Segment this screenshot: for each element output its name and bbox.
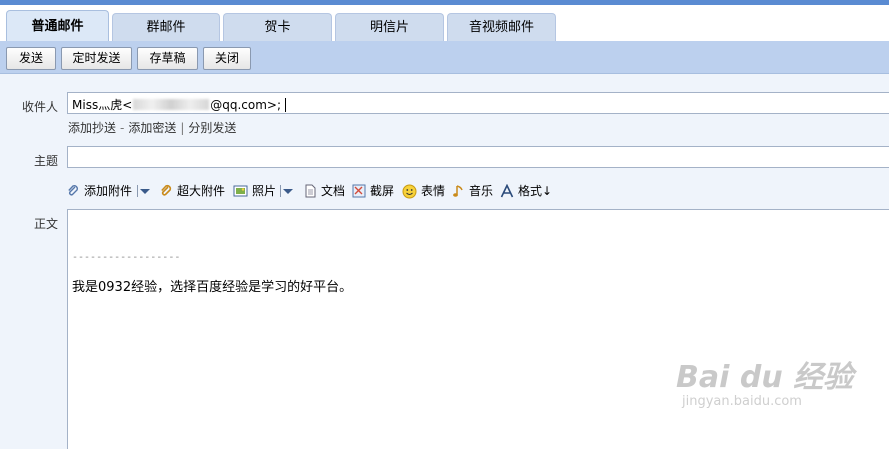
schedule-send-button[interactable]: 定时发送 bbox=[61, 47, 132, 70]
separator-bar: | bbox=[180, 121, 185, 135]
format-text-icon bbox=[500, 184, 514, 198]
photo-label: 照片 bbox=[252, 184, 277, 198]
screenshot-button[interactable]: 截屏 bbox=[352, 181, 398, 201]
subject-label: 主题 bbox=[33, 154, 58, 168]
document-icon bbox=[305, 184, 316, 198]
document-label: 文档 bbox=[321, 184, 346, 198]
chevron-down-icon bbox=[140, 189, 150, 194]
close-button[interactable]: 关闭 bbox=[203, 47, 251, 70]
tab-greeting-card[interactable]: 贺卡 bbox=[223, 13, 332, 41]
recipient-value: Miss灬虎< @qq.com>; bbox=[72, 96, 287, 113]
chevron-down-icon bbox=[283, 189, 293, 194]
add-attachment-label: 添加附件 bbox=[84, 184, 133, 198]
document-button[interactable]: 文档 bbox=[304, 181, 348, 201]
tab-group-mail[interactable]: 群邮件 bbox=[112, 13, 220, 41]
large-attachment-button[interactable]: 超大附件 bbox=[159, 181, 229, 201]
recipient-options: 添加抄送 - 添加密送 | 分别发送 bbox=[68, 119, 236, 136]
send-button[interactable]: 发送 bbox=[6, 47, 56, 70]
signature-separator: ------------------ bbox=[72, 252, 181, 263]
music-label: 音乐 bbox=[469, 184, 494, 198]
mail-type-tabbar: 普通邮件 群邮件 贺卡 明信片 音视频邮件 bbox=[0, 5, 889, 42]
recipient-name: Miss灬虎< bbox=[72, 98, 133, 112]
subject-input[interactable] bbox=[67, 146, 889, 168]
attachment-dropdown[interactable] bbox=[139, 181, 153, 201]
paperclip-icon bbox=[68, 185, 78, 196]
format-button[interactable]: 格式↓ bbox=[500, 181, 556, 201]
divider bbox=[137, 185, 138, 197]
photo-icon bbox=[233, 185, 248, 197]
screenshot-icon bbox=[352, 184, 366, 198]
emoji-label: 表情 bbox=[421, 184, 446, 198]
music-button[interactable]: 音乐 bbox=[452, 181, 496, 201]
separate-send-link[interactable]: 分别发送 bbox=[188, 121, 236, 135]
body-editor[interactable]: ------------------ 我是0932经验，选择百度经验是学习的好平… bbox=[67, 209, 889, 449]
emoji-button[interactable]: 表情 bbox=[402, 181, 448, 201]
photo-button[interactable]: 照片 bbox=[233, 181, 281, 201]
photo-dropdown[interactable] bbox=[282, 181, 296, 201]
add-cc-link[interactable]: 添加抄送 bbox=[68, 121, 116, 135]
smiley-icon bbox=[402, 184, 417, 199]
recipient-input[interactable]: Miss灬虎< @qq.com>; bbox=[67, 92, 889, 114]
recipient-email-suffix: @qq.com>; bbox=[210, 98, 282, 112]
body-text: 我是0932经验，选择百度经验是学习的好平台。 bbox=[72, 280, 353, 295]
divider bbox=[280, 185, 281, 197]
text-cursor bbox=[285, 98, 287, 112]
recipient-label: 收件人 bbox=[21, 100, 58, 114]
music-note-icon bbox=[453, 185, 463, 197]
tab-av-mail[interactable]: 音视频邮件 bbox=[447, 13, 556, 41]
paperclip-large-icon bbox=[161, 184, 172, 196]
body-label: 正文 bbox=[33, 217, 58, 231]
tab-normal-mail[interactable]: 普通邮件 bbox=[6, 10, 109, 42]
save-draft-button[interactable]: 存草稿 bbox=[137, 47, 198, 70]
watermark-logo: Bai du 经验 bbox=[676, 360, 854, 395]
large-attachment-label: 超大附件 bbox=[177, 184, 226, 198]
watermark-url: jingyan.baidu.com bbox=[682, 394, 802, 409]
screenshot-label: 截屏 bbox=[370, 184, 395, 198]
compose-toolbar: 发送 定时发送 存草稿 关闭 bbox=[0, 41, 889, 74]
separator-dash: - bbox=[120, 121, 125, 135]
add-bcc-link[interactable]: 添加密送 bbox=[128, 121, 176, 135]
redacted-email bbox=[133, 99, 210, 110]
tab-postcard[interactable]: 明信片 bbox=[335, 13, 444, 41]
format-label: 格式↓ bbox=[518, 184, 553, 198]
